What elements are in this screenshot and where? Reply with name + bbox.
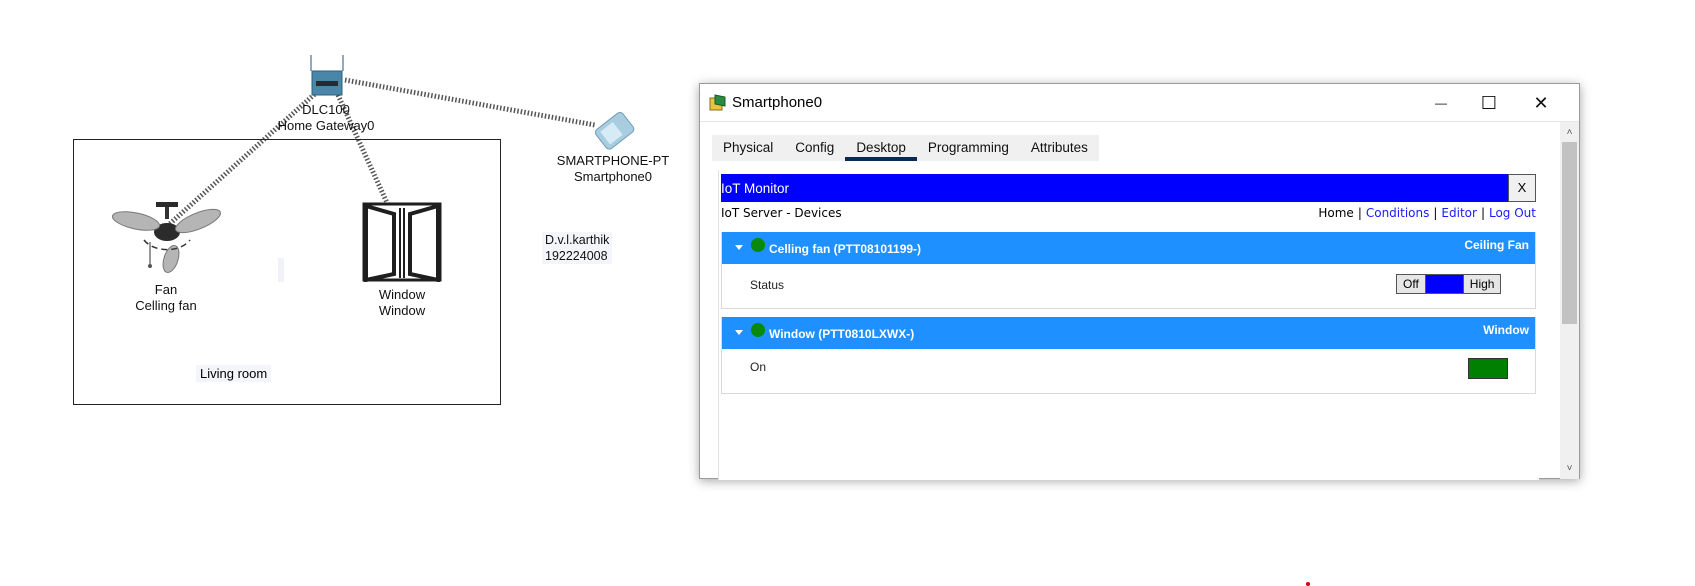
tab-attributes[interactable]: Attributes bbox=[1020, 135, 1099, 161]
fan-speed-selector: Off High bbox=[1396, 274, 1502, 294]
iot-monitor-title: IoT Monitor bbox=[721, 181, 790, 196]
smartphone-label: SMARTPHONE-PT Smartphone0 bbox=[553, 153, 673, 185]
fan-low-selected[interactable] bbox=[1424, 275, 1464, 293]
tab-physical[interactable]: Physical bbox=[712, 135, 784, 161]
dialog-titlebar[interactable]: Smartphone0 — ☐ ✕ bbox=[700, 84, 1579, 122]
device-header[interactable]: Window (PTT0810LXWX-) Window bbox=[722, 317, 1535, 349]
nav-editor-link[interactable]: Editor bbox=[1441, 206, 1477, 220]
room-label: Living room bbox=[196, 365, 272, 382]
vertical-scrollbar[interactable]: ˄ ˅ bbox=[1560, 122, 1579, 479]
device-name: Window (PTT0810LXWX-) bbox=[769, 327, 915, 341]
iot-nav: Home | Conditions | Editor | Log Out bbox=[1318, 206, 1536, 220]
gateway-name-text: Home Gateway0 bbox=[277, 118, 375, 133]
status-indicator-icon bbox=[751, 323, 765, 337]
placeholder-marker bbox=[278, 258, 284, 282]
gateway-label: DLC100 Home Gateway0 bbox=[276, 102, 376, 134]
minimize-button[interactable]: — bbox=[1418, 84, 1464, 122]
home-gateway-icon[interactable] bbox=[306, 55, 348, 99]
fan-name-text: Celling fan bbox=[135, 298, 197, 313]
window-device-icon[interactable] bbox=[362, 202, 442, 282]
author-id: 192224008 bbox=[545, 249, 608, 263]
nav-separator: | bbox=[1357, 206, 1362, 220]
smartphone-icon[interactable] bbox=[585, 107, 643, 153]
tab-bar: Physical Config Desktop Programming Attr… bbox=[712, 135, 1099, 161]
fan-off-button[interactable]: Off bbox=[1397, 275, 1425, 293]
window-name-text: Window bbox=[378, 303, 426, 318]
iot-subtitle: IoT Server - Devices bbox=[721, 206, 842, 220]
status-indicator-icon bbox=[751, 238, 765, 252]
nav-separator: | bbox=[1480, 206, 1485, 220]
close-icon: ✕ bbox=[1533, 92, 1549, 113]
nav-logout-link[interactable]: Log Out bbox=[1489, 206, 1536, 220]
smartphone-model-text: SMARTPHONE-PT bbox=[556, 153, 670, 168]
scroll-down-icon[interactable]: ˅ bbox=[1560, 460, 1579, 477]
dialog-title: Smartphone0 bbox=[732, 94, 823, 111]
tab-programming[interactable]: Programming bbox=[917, 135, 1020, 161]
device-header[interactable]: Celling fan (PTT08101199-) Ceiling Fan bbox=[722, 232, 1535, 264]
device-panel-ceiling-fan: Celling fan (PTT08101199-) Ceiling Fan S… bbox=[721, 232, 1536, 309]
author-name: D.v.l.karthik bbox=[545, 233, 610, 247]
ceiling-fan-icon[interactable] bbox=[108, 202, 226, 278]
device-name: Celling fan (PTT08101199-) bbox=[769, 242, 922, 256]
smartphone-dialog: Smartphone0 — ☐ ✕ Physical Config Deskto… bbox=[699, 83, 1580, 480]
scroll-up-icon[interactable]: ˄ bbox=[1560, 124, 1579, 141]
device-panel-window: Window (PTT0810LXWX-) Window On bbox=[721, 317, 1536, 394]
packet-tracer-icon bbox=[709, 94, 726, 111]
iot-subheader: IoT Server - Devices Home | Conditions | Edi… bbox=[721, 206, 1536, 222]
author-note: D.v.l.karthik 192224008 bbox=[542, 232, 613, 264]
device-type: Window bbox=[1483, 323, 1529, 337]
iot-monitor-header: IoT Monitor X bbox=[721, 174, 1536, 202]
device-property-label: On bbox=[750, 360, 767, 374]
gateway-model-text: DLC100 bbox=[302, 102, 350, 117]
maximize-button[interactable]: ☐ bbox=[1466, 84, 1512, 122]
nav-separator: | bbox=[1433, 206, 1438, 220]
device-property-label: Status bbox=[750, 278, 785, 292]
smartphone-name-text: Smartphone0 bbox=[573, 169, 653, 184]
window-on-toggle[interactable] bbox=[1468, 358, 1508, 379]
window-model-text: Window bbox=[378, 287, 426, 302]
red-dot-marker bbox=[1306, 582, 1310, 586]
cable-gateway-smartphone bbox=[344, 77, 596, 128]
device-type: Ceiling Fan bbox=[1464, 238, 1529, 252]
window-device-label: Window Window bbox=[352, 287, 452, 319]
minimize-icon: — bbox=[1435, 96, 1447, 110]
iot-close-button[interactable]: X bbox=[1508, 174, 1536, 202]
collapse-arrow-icon[interactable] bbox=[735, 245, 743, 250]
tab-desktop[interactable]: Desktop bbox=[845, 135, 917, 161]
fan-model-text: Fan bbox=[154, 282, 178, 297]
nav-conditions-link[interactable]: Conditions bbox=[1366, 206, 1430, 220]
scroll-thumb[interactable] bbox=[1562, 142, 1577, 324]
fan-high-button[interactable]: High bbox=[1463, 275, 1501, 293]
close-button[interactable]: ✕ bbox=[1518, 84, 1564, 122]
tab-config[interactable]: Config bbox=[784, 135, 845, 161]
collapse-arrow-icon[interactable] bbox=[735, 330, 743, 335]
nav-home-link[interactable]: Home bbox=[1318, 206, 1353, 220]
maximize-icon: ☐ bbox=[1480, 92, 1498, 113]
fan-label: Fan Celling fan bbox=[116, 282, 216, 314]
iot-monitor-content: IoT Monitor X IoT Server - Devices Home |… bbox=[718, 170, 1539, 480]
